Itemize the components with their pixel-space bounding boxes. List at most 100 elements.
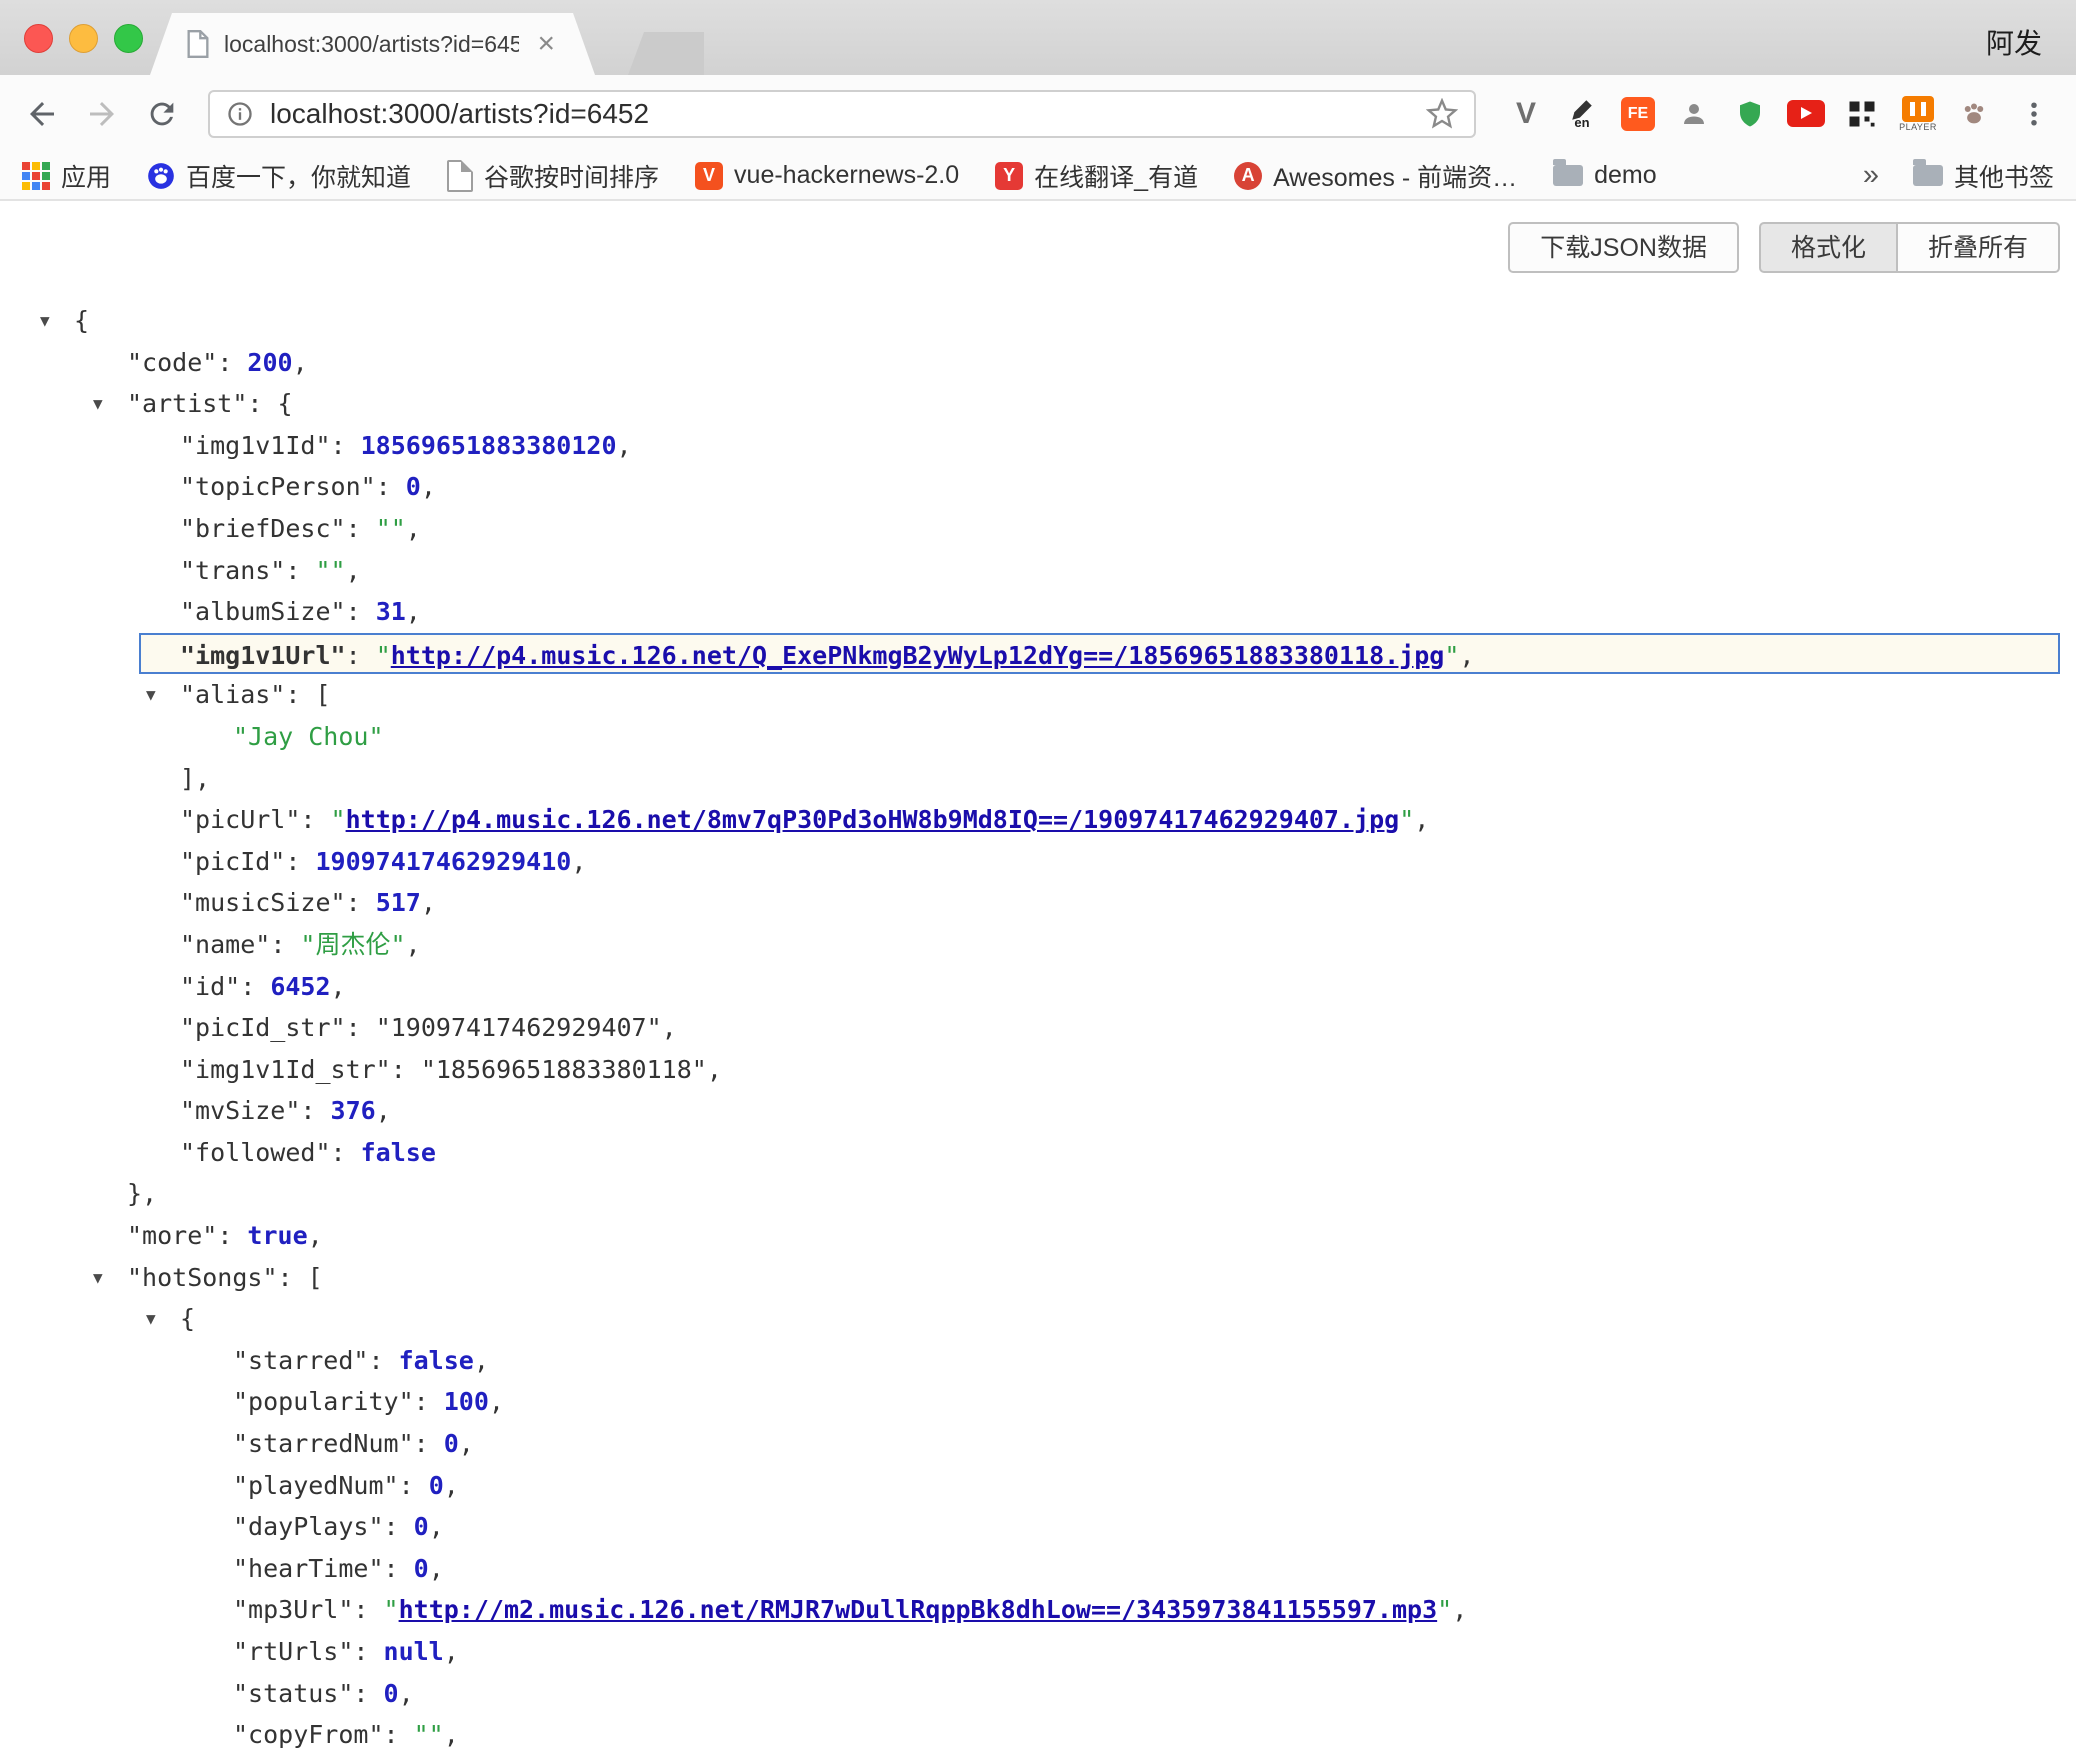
- json-token: 19097417462929410: [315, 847, 571, 876]
- close-window-button[interactable]: [24, 24, 53, 53]
- collapse-arrow-icon[interactable]: ▼: [146, 1298, 156, 1340]
- json-line: ▼"alias": [: [0, 674, 2076, 716]
- json-key: "picId": [180, 847, 285, 876]
- json-token: ,: [308, 1221, 323, 1250]
- json-key: "hearTime": [233, 1554, 384, 1583]
- fullscreen-window-button[interactable]: [114, 24, 143, 53]
- translate-pen-icon[interactable]: en: [1562, 92, 1602, 136]
- bookmarks-overflow-icon[interactable]: »: [1863, 159, 1879, 192]
- json-token: ,: [707, 1055, 722, 1084]
- tab-strip: localhost:3000/artists?id=645 × 阿发: [0, 0, 2076, 75]
- json-line: ],: [0, 758, 2076, 800]
- doc-icon: [447, 160, 473, 192]
- collapse-all-button[interactable]: 折叠所有: [1898, 222, 2060, 273]
- url-text[interactable]: localhost:3000/artists?id=6452: [270, 98, 1426, 130]
- json-token: :: [331, 1138, 361, 1167]
- json-line: "starredNum": 0,: [0, 1423, 2076, 1465]
- download-json-button[interactable]: 下载JSON数据: [1508, 222, 1739, 273]
- page-info-icon[interactable]: [226, 100, 254, 128]
- bookmark-awesomes[interactable]: A Awesomes - 前端资…: [1234, 158, 1517, 194]
- json-line: "topicPerson": 0,: [0, 466, 2076, 508]
- collapse-arrow-icon[interactable]: ▼: [40, 300, 50, 342]
- forward-icon[interactable]: [82, 94, 122, 134]
- json-token: ,: [429, 1554, 444, 1583]
- json-line: ▼{: [0, 300, 2076, 342]
- json-token: "": [376, 514, 406, 543]
- json-key: "status": [233, 1679, 353, 1708]
- json-token: :: [384, 1512, 414, 1541]
- browser-menu-icon[interactable]: [2014, 94, 2054, 134]
- v-badge-icon: V: [695, 162, 723, 190]
- bookmark-star-icon[interactable]: [1426, 98, 1458, 130]
- new-tab-button[interactable]: [628, 32, 704, 75]
- json-token: 0: [384, 1679, 399, 1708]
- json-key: "dayPlays": [233, 1512, 384, 1541]
- person-extension-icon[interactable]: [1674, 92, 1714, 136]
- json-token: ,: [459, 1429, 474, 1458]
- json-token: "19097417462929407": [376, 1013, 662, 1042]
- json-token: :: [414, 1429, 444, 1458]
- json-line: "img1v1Id_str": "18569651883380118",: [0, 1049, 2076, 1091]
- browser-tab[interactable]: localhost:3000/artists?id=645 ×: [150, 13, 595, 75]
- window-controls: [24, 24, 143, 53]
- paw-extension-icon[interactable]: [1954, 92, 1994, 136]
- bookmark-label: vue-hackernews-2.0: [734, 161, 959, 190]
- address-bar[interactable]: localhost:3000/artists?id=6452: [208, 90, 1476, 138]
- json-token: :: [353, 1595, 383, 1624]
- bookmark-youdao-translate[interactable]: Y 在线翻译_有道: [995, 158, 1198, 194]
- collapse-arrow-icon[interactable]: ▼: [93, 383, 103, 425]
- youtube-extension-icon[interactable]: [1786, 92, 1826, 136]
- json-token: ,: [346, 556, 361, 585]
- fe-extension-icon[interactable]: FE: [1618, 92, 1658, 136]
- other-bookmarks-folder[interactable]: 其他书签: [1913, 158, 2054, 194]
- json-token: 18569651883380120: [361, 431, 617, 460]
- json-line: "starred": false,: [0, 1340, 2076, 1382]
- json-token: :: [346, 1013, 376, 1042]
- json-token: true: [247, 1221, 307, 1250]
- collapse-arrow-icon[interactable]: ▼: [146, 674, 156, 716]
- json-line: },: [0, 1173, 2076, 1215]
- tab-close-icon[interactable]: ×: [533, 29, 559, 59]
- format-button[interactable]: 格式化: [1759, 222, 1898, 273]
- player-extension-icon[interactable]: PLAYER: [1898, 92, 1938, 136]
- json-key: "img1v1Url": [180, 641, 346, 670]
- minimize-window-button[interactable]: [69, 24, 98, 53]
- json-key: "starredNum": [233, 1429, 414, 1458]
- bookmark-baidu[interactable]: 百度一下，你就知道: [147, 158, 411, 194]
- json-token: :: [217, 1221, 247, 1250]
- json-key: "picId_str": [180, 1013, 346, 1042]
- bookmark-google-sort[interactable]: 谷歌按时间排序: [447, 158, 659, 194]
- json-token: :: [353, 1637, 383, 1666]
- json-key: "name": [180, 930, 270, 959]
- bookmark-apps[interactable]: 应用: [22, 158, 111, 194]
- qr-extension-icon[interactable]: [1842, 92, 1882, 136]
- json-link[interactable]: http://p4.music.126.net/Q_ExePNkmgB2yWyL…: [391, 641, 1445, 670]
- json-token: ,: [421, 472, 436, 501]
- json-token: ,: [474, 1346, 489, 1375]
- collapse-arrow-icon[interactable]: ▼: [93, 1257, 103, 1299]
- bookmark-label: 在线翻译_有道: [1034, 158, 1198, 194]
- json-token: :: [240, 972, 270, 1001]
- json-token: 0: [429, 1471, 444, 1500]
- json-token: ,: [376, 1096, 391, 1125]
- bookmark-demo-folder[interactable]: demo: [1553, 161, 1657, 190]
- json-key: "copyFrom": [233, 1720, 384, 1749]
- json-key: "id": [180, 972, 240, 1001]
- bookmark-label: 百度一下，你就知道: [186, 158, 411, 194]
- bookmark-label: 谷歌按时间排序: [484, 158, 659, 194]
- json-link[interactable]: http://m2.music.126.net/RMJR7wDullRqppBk…: [399, 1595, 1438, 1624]
- json-token: 517: [376, 888, 421, 917]
- json-line: "Jay Chou": [0, 716, 2076, 758]
- vimium-extension-icon[interactable]: V: [1506, 92, 1546, 136]
- back-icon[interactable]: [22, 94, 62, 134]
- json-token: :: [300, 805, 330, 834]
- bookmark-vue-hackernews[interactable]: V vue-hackernews-2.0: [695, 161, 959, 190]
- folder-icon: [1553, 165, 1583, 186]
- shield-extension-icon[interactable]: [1730, 92, 1770, 136]
- reload-icon[interactable]: [142, 94, 182, 134]
- json-token: ": [376, 641, 391, 670]
- json-token: :: [346, 641, 376, 670]
- json-token: 31: [376, 597, 406, 626]
- json-token: {: [180, 1304, 195, 1333]
- json-link[interactable]: http://p4.music.126.net/8mv7qP30Pd3oHW8b…: [346, 805, 1400, 834]
